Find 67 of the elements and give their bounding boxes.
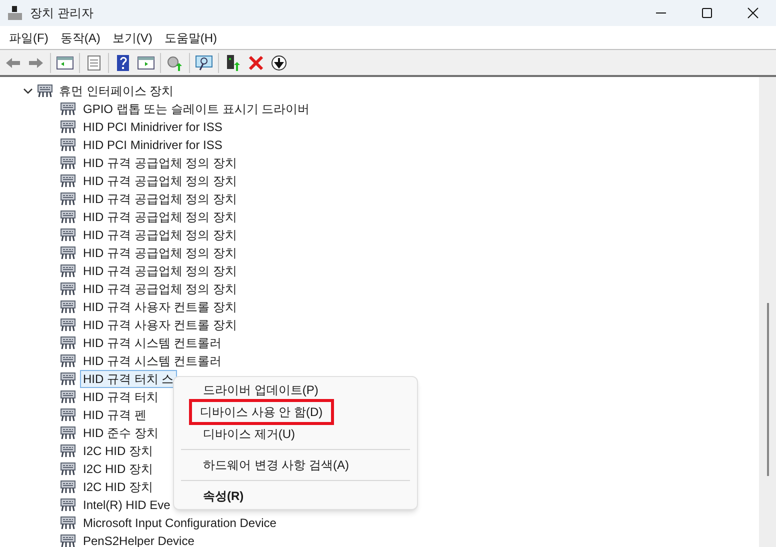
tree-item[interactable]: HID 규격 공급업체 정의 장치 xyxy=(80,154,240,172)
keyboard-device-icon xyxy=(60,390,76,404)
context-menu-item[interactable]: 속성(R) xyxy=(192,484,255,508)
tree-item[interactable]: HID 규격 공급업체 정의 장치 xyxy=(80,190,240,208)
keyboard-device-icon xyxy=(60,282,76,296)
keyboard-device-icon xyxy=(60,408,76,422)
keyboard-device-icon xyxy=(60,516,76,530)
maximize-icon[interactable] xyxy=(701,7,713,19)
tree-item[interactable]: HID 규격 공급업체 정의 장치 xyxy=(80,280,240,298)
menu-item[interactable]: 파일(F) xyxy=(3,28,54,46)
tree-item[interactable]: HID 준수 장치 xyxy=(80,424,162,442)
tree-item[interactable]: HID 규격 공급업체 정의 장치 xyxy=(80,262,240,280)
keyboard-device-icon xyxy=(60,138,76,152)
tree-item[interactable]: HID 규격 터치 xyxy=(80,388,162,406)
close-icon[interactable] xyxy=(747,7,759,19)
keyboard-device-icon xyxy=(60,372,76,386)
keyboard-device-icon xyxy=(60,228,76,242)
context-menu-item[interactable]: 하드웨어 변경 사항 검색(A) xyxy=(192,453,360,477)
tree-item[interactable]: HID 규격 공급업체 정의 장치 xyxy=(80,226,240,244)
tree-item[interactable]: HID 규격 공급업체 정의 장치 xyxy=(80,244,240,262)
keyboard-device-icon xyxy=(60,246,76,260)
keyboard-device-icon xyxy=(60,174,76,188)
chevron-icon[interactable] xyxy=(23,86,33,96)
tree-item[interactable]: HID 규격 사용자 컨트롤 장치 xyxy=(80,298,240,316)
tree-item[interactable]: HID PCI Minidriver for ISS xyxy=(80,136,226,154)
keyboard-device-icon xyxy=(60,264,76,278)
keyboard-device-icon xyxy=(60,210,76,224)
keyboard-device-icon xyxy=(60,318,76,332)
tree-item[interactable]: GPIO 랩톱 또는 슬레이트 표시기 드라이버 xyxy=(80,100,313,118)
keyboard-device-icon xyxy=(60,336,76,350)
keyboard-device-icon xyxy=(60,300,76,314)
keyboard-device-icon xyxy=(60,156,76,170)
window-title: 장치 관리자 xyxy=(30,5,94,22)
keyboard-device-icon xyxy=(37,84,53,98)
tree-item[interactable]: HID 규격 공급업체 정의 장치 xyxy=(80,172,240,190)
tree-item[interactable]: Microsoft Input Configuration Device xyxy=(80,514,280,532)
keyboard-device-icon xyxy=(60,120,76,134)
keyboard-device-icon xyxy=(60,534,76,547)
tree-item[interactable]: I2C HID 장치 xyxy=(80,460,156,478)
keyboard-device-icon xyxy=(60,426,76,440)
context-menu-item[interactable]: 디바이스 제거(U) xyxy=(192,422,306,446)
tree-item[interactable]: Intel(R) HID Eve xyxy=(80,496,174,514)
tree-item[interactable]: HID 규격 시스템 컨트롤러 xyxy=(80,352,225,370)
tree-item[interactable]: HID PCI Minidriver for ISS xyxy=(80,118,226,136)
tree-item[interactable]: I2C HID 장치 xyxy=(80,478,156,496)
keyboard-device-icon xyxy=(60,498,76,512)
device-manager-icon xyxy=(8,6,22,20)
tree-item[interactable]: HID 규격 터치 스 xyxy=(80,370,177,388)
tree-item[interactable]: 휴먼 인터페이스 장치 xyxy=(59,82,174,100)
tree-item[interactable]: I2C HID 장치 xyxy=(80,442,156,460)
keyboard-device-icon xyxy=(60,444,76,458)
menu-item[interactable]: 동작(A) xyxy=(54,28,106,46)
tree-item[interactable]: HID 규격 사용자 컨트롤 장치 xyxy=(80,316,240,334)
context-menu-item[interactable]: 디바이스 사용 안 함(D) xyxy=(189,399,334,425)
menu-item[interactable]: 보기(V) xyxy=(106,28,158,46)
tree-item[interactable]: HID 규격 시스템 컨트롤러 xyxy=(80,334,225,352)
keyboard-device-icon xyxy=(60,192,76,206)
menu-item[interactable]: 도움말(H) xyxy=(158,28,223,46)
scrollbar-thumb[interactable] xyxy=(766,303,768,476)
context-menu-item[interactable]: 드라이버 업데이트(P) xyxy=(192,378,330,402)
keyboard-device-icon xyxy=(60,354,76,368)
keyboard-device-icon xyxy=(60,462,76,476)
keyboard-device-icon xyxy=(60,102,76,116)
keyboard-device-icon xyxy=(60,480,76,494)
tree-item[interactable]: HID 규격 펜 xyxy=(80,406,150,424)
scrollbar[interactable] xyxy=(759,77,776,547)
tree-item[interactable]: HID 규격 공급업체 정의 장치 xyxy=(80,208,240,226)
